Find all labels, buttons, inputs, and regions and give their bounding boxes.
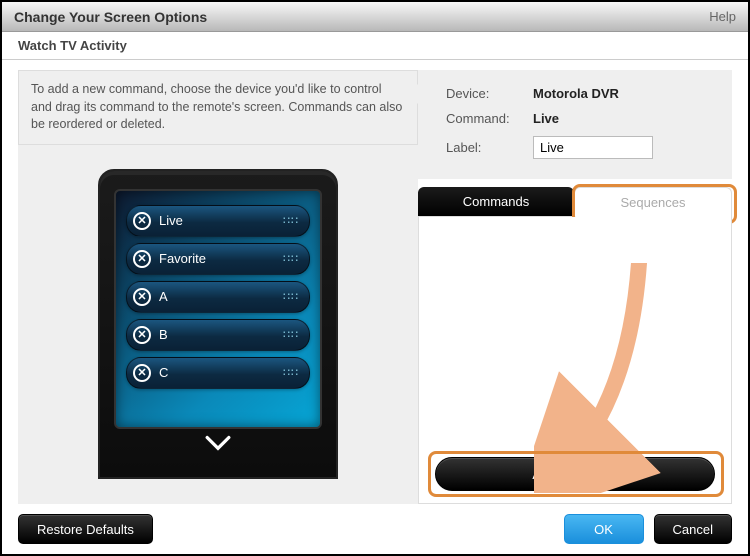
left-column: To add a new command, choose the device … [18,70,418,504]
details-panel: Device: Motorola DVR Command: Live Label… [418,70,732,179]
tab-body: Add Sequence [418,217,732,504]
title-bar: Change Your Screen Options Help [2,2,748,32]
tab-sequences[interactable]: Sequences [574,187,732,217]
delete-icon[interactable]: ✕ [133,212,151,230]
device-value: Motorola DVR [527,82,659,105]
footer: Restore Defaults OK Cancel [2,504,748,554]
drag-handle-icon[interactable]: ∷∷ [283,333,299,337]
remote-command-row[interactable]: ✕ A ∷∷ [126,281,310,313]
remote-command-row[interactable]: ✕ B ∷∷ [126,319,310,351]
delete-icon[interactable]: ✕ [133,326,151,344]
delete-icon[interactable]: ✕ [133,250,151,268]
remote-body: ✕ Live ∷∷ ✕ Favorite ∷∷ ✕ A ∷∷ [98,169,338,479]
drag-handle-icon[interactable]: ∷∷ [283,219,299,223]
label-input[interactable] [533,136,653,159]
remote-command-row[interactable]: ✕ Favorite ∷∷ [126,243,310,275]
help-link[interactable]: Help [709,9,736,24]
activity-subtitle: Watch TV Activity [2,32,748,60]
restore-defaults-button[interactable]: Restore Defaults [18,514,153,544]
remote-command-label: A [159,289,168,304]
ok-button[interactable]: OK [564,514,644,544]
chevron-down-icon [205,435,231,453]
details-table: Device: Motorola DVR Command: Live Label… [438,80,661,165]
remote-command-label: Favorite [159,251,206,266]
tab-commands[interactable]: Commands [418,187,574,217]
tabs-row: Commands Sequences [418,187,732,217]
remote-command-row[interactable]: ✕ C ∷∷ [126,357,310,389]
content-area: To add a new command, choose the device … [2,60,748,504]
right-column: Device: Motorola DVR Command: Live Label… [418,70,732,504]
window-title: Change Your Screen Options [14,9,207,25]
delete-icon[interactable]: ✕ [133,288,151,306]
delete-icon[interactable]: ✕ [133,364,151,382]
remote-command-row[interactable]: ✕ Live ∷∷ [126,205,310,237]
remote-command-label: C [159,365,168,380]
remote-preview: ✕ Live ∷∷ ✕ Favorite ∷∷ ✕ A ∷∷ [18,145,418,505]
cancel-button[interactable]: Cancel [654,514,732,544]
label-label: Label: [440,132,525,163]
command-label: Command: [440,107,525,130]
drag-handle-icon[interactable]: ∷∷ [283,295,299,299]
instructions-text: To add a new command, choose the device … [18,70,418,145]
app-window: Change Your Screen Options Help Watch TV… [0,0,750,556]
drag-handle-icon[interactable]: ∷∷ [283,371,299,375]
device-label: Device: [440,82,525,105]
scroll-down-button[interactable] [114,435,322,453]
command-value: Live [527,107,659,130]
add-sequence-button[interactable]: Add Sequence [435,457,715,491]
drag-handle-icon[interactable]: ∷∷ [283,257,299,261]
remote-command-label: B [159,327,168,342]
remote-command-label: Live [159,213,183,228]
remote-screen[interactable]: ✕ Live ∷∷ ✕ Favorite ∷∷ ✕ A ∷∷ [114,189,322,429]
